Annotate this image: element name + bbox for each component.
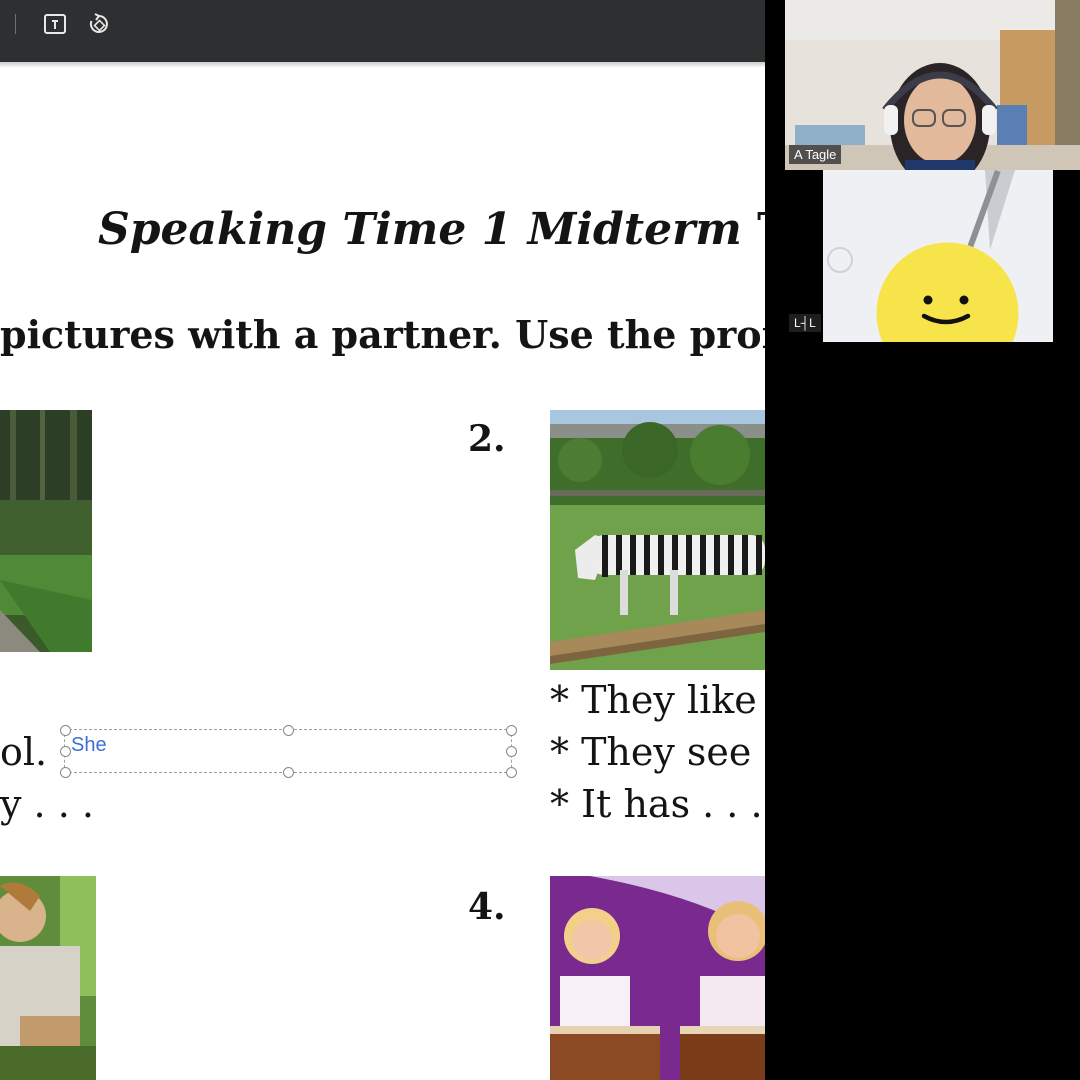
resize-handle-left[interactable] — [60, 746, 71, 757]
resize-handle-right[interactable] — [506, 746, 517, 757]
page-title: Speaking Time 1 Midterm Tes — [98, 204, 765, 255]
document-page: Speaking Time 1 Midterm Tes pictures wit… — [0, 68, 765, 1080]
title-regular: Tes — [742, 204, 765, 255]
resize-handle-top-left[interactable] — [60, 725, 71, 736]
picture-3-person — [0, 876, 96, 1080]
item-number-4: 4. — [468, 886, 506, 928]
resize-handle-top[interactable] — [283, 725, 294, 736]
resize-handle-top-right[interactable] — [506, 725, 517, 736]
prompt-line-1: * They like t — [550, 678, 765, 722]
annotation-textbox[interactable]: She — [60, 725, 517, 778]
resize-handle-bottom-right[interactable] — [506, 767, 517, 778]
rotate-icon — [89, 13, 108, 33]
annotation-text[interactable]: She — [71, 734, 107, 757]
left-text-line-1: ol. — [0, 730, 48, 774]
resize-handle-bottom[interactable] — [283, 767, 294, 778]
picture-1-garden — [0, 410, 92, 652]
title-italic: Speaking Time 1 Midterm — [98, 204, 742, 255]
resize-handle-bottom-left[interactable] — [60, 767, 71, 778]
instruction-text: pictures with a partner. Use the promp — [0, 312, 765, 357]
prompt-line-2: * They see . — [550, 730, 765, 774]
page-view-button[interactable] — [42, 11, 68, 37]
participant-1-name: A Tagle — [789, 145, 842, 164]
video-tile-participant-1[interactable]: A Tagle — [785, 0, 1080, 170]
item-number-2: 2. — [468, 418, 506, 460]
document-toolbar — [0, 0, 765, 62]
toolbar-divider — [15, 14, 16, 34]
prompt-line-3: * It has . . . — [550, 782, 763, 826]
page-icon — [44, 14, 66, 34]
picture-2-zebra — [550, 410, 765, 670]
rotate-button[interactable] — [86, 11, 112, 37]
video-panel-empty — [765, 342, 1080, 1080]
participant-2-name: L┤L — [789, 314, 821, 332]
left-text-line-2: y . . . — [0, 782, 94, 826]
picture-4-girls — [550, 876, 765, 1080]
